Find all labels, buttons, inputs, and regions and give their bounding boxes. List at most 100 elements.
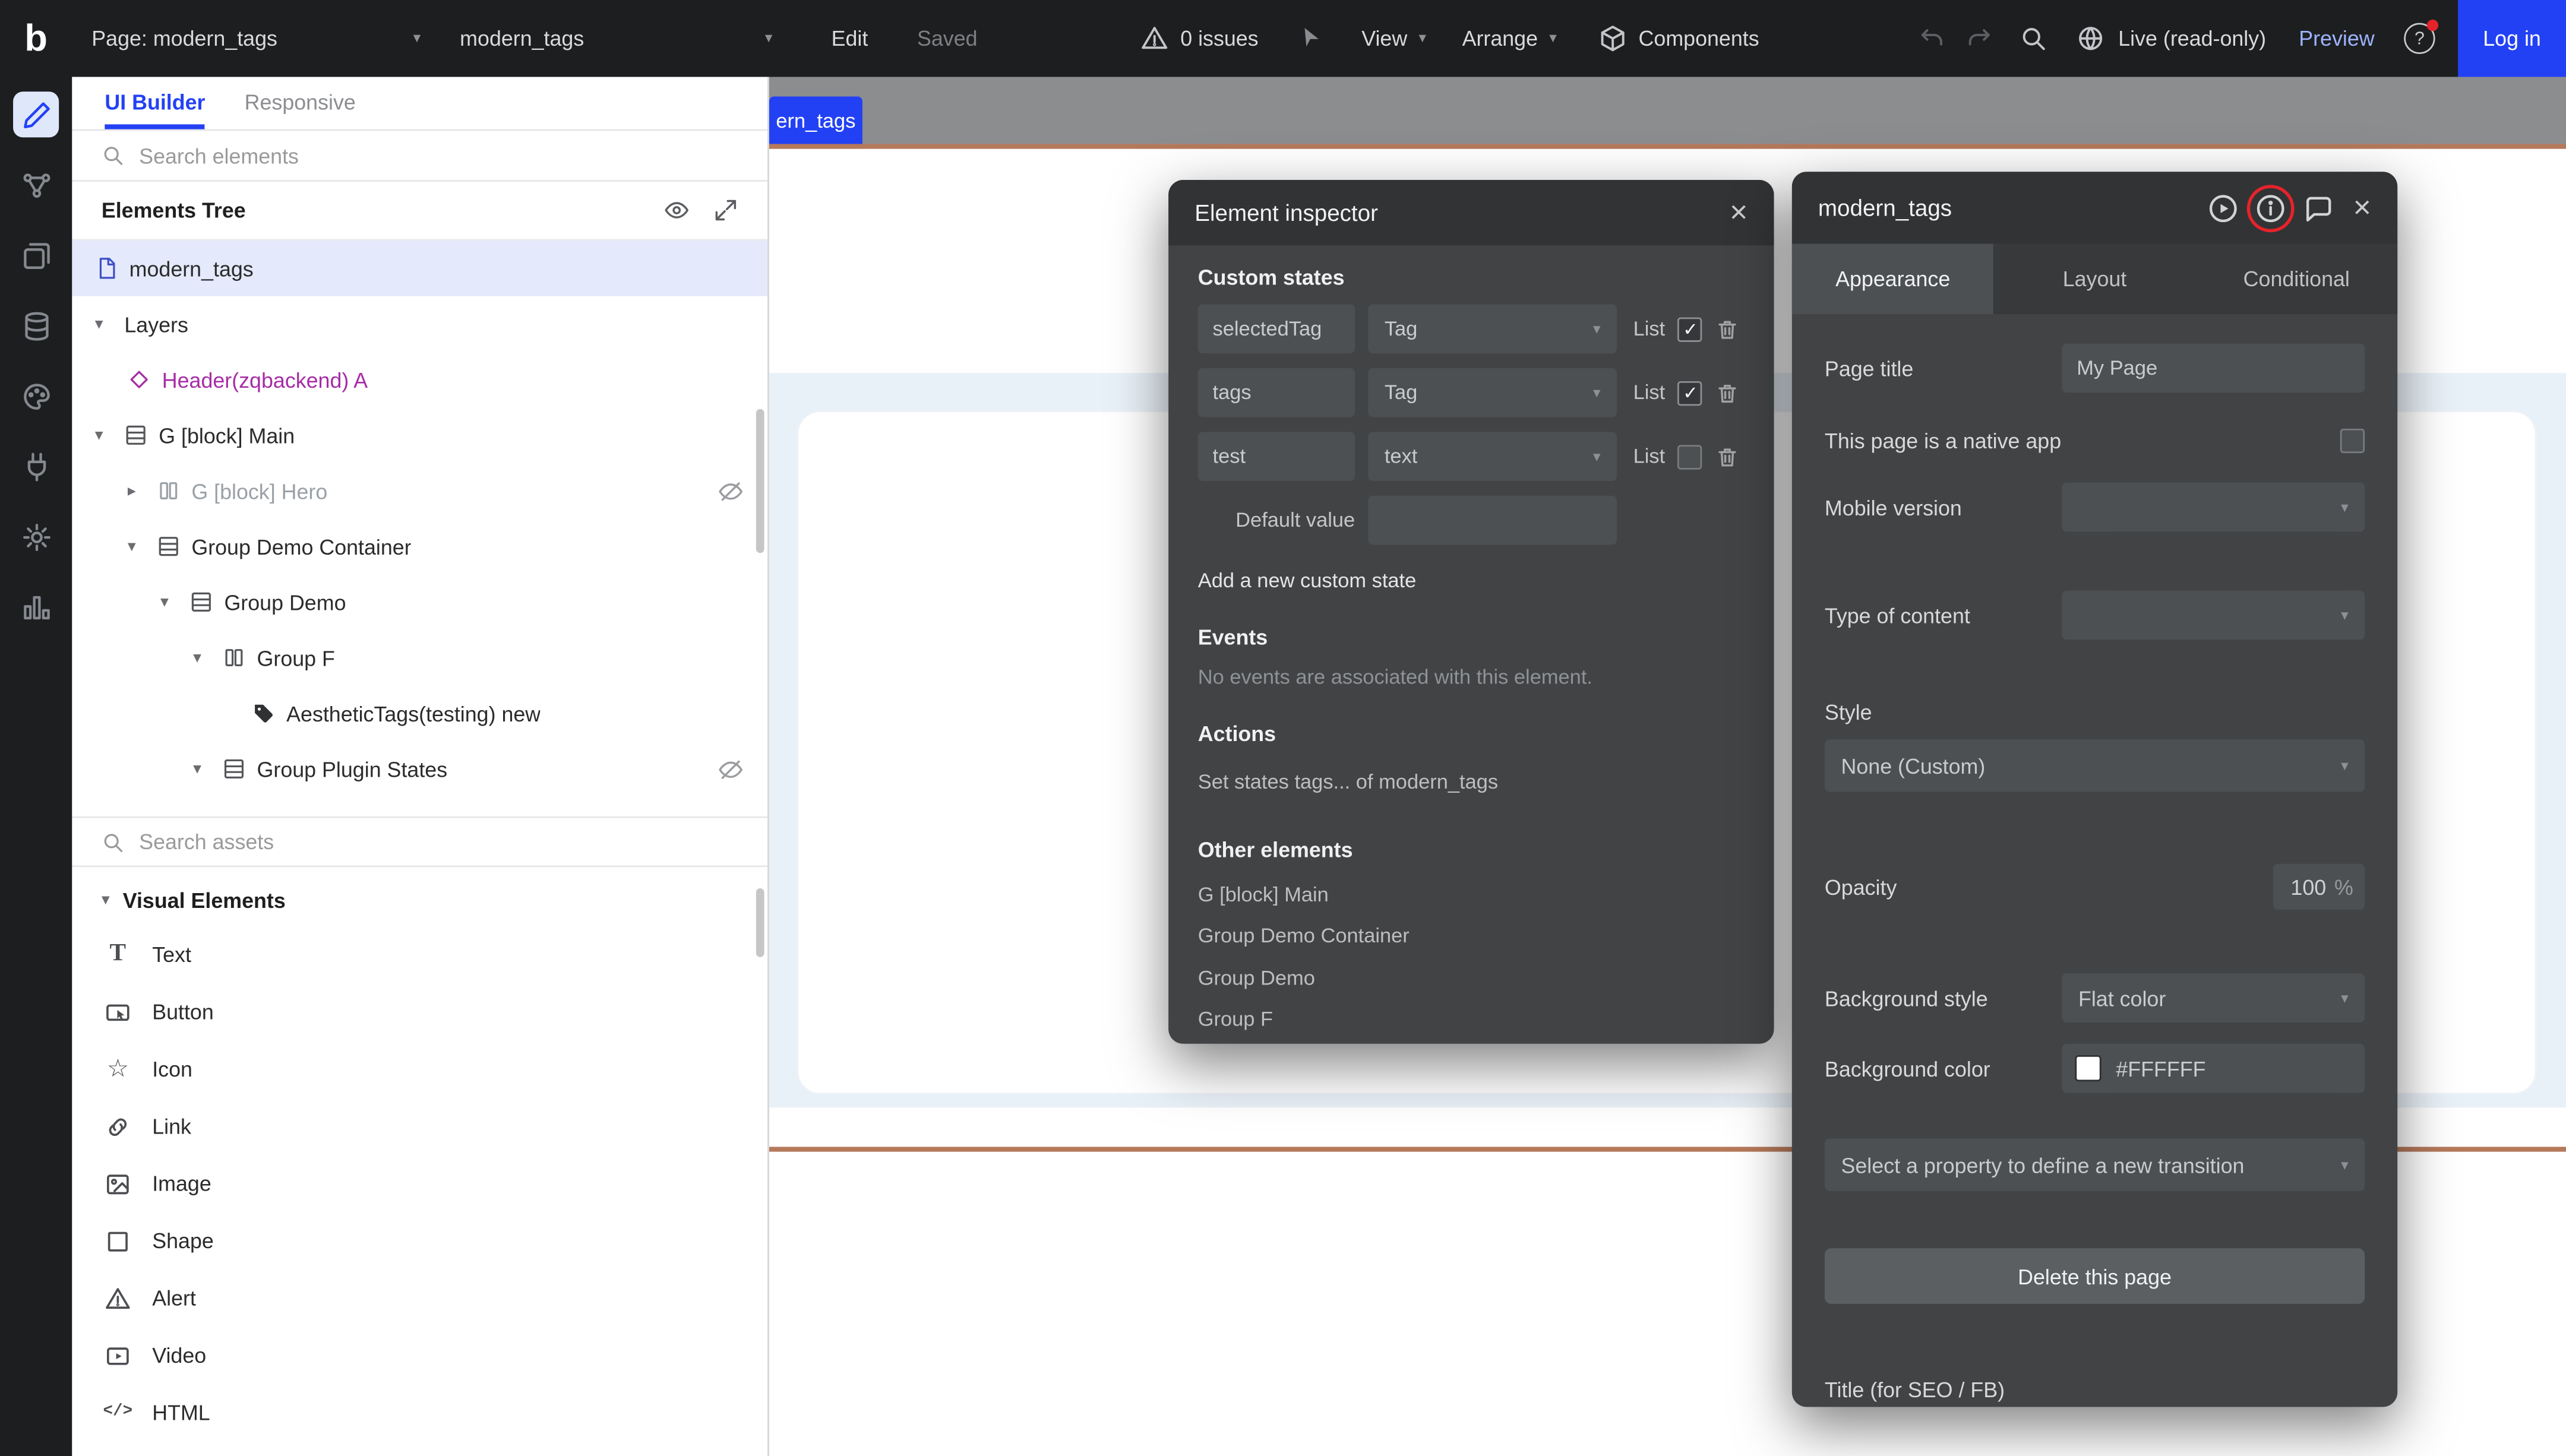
- pointer-tool-icon[interactable]: [1298, 24, 1326, 52]
- element-selector[interactable]: modern_tags ▾: [440, 0, 792, 77]
- tree-item-page[interactable]: modern_tags: [72, 240, 767, 296]
- background-style-dropdown[interactable]: Flat color ▾: [2062, 973, 2365, 1023]
- settings-tab-icon[interactable]: [13, 514, 59, 559]
- arrange-menu[interactable]: Arrange ▾: [1449, 0, 1570, 77]
- design-tab-icon[interactable]: [13, 91, 59, 137]
- preview-link[interactable]: Preview: [2299, 26, 2374, 50]
- palette-item-image[interactable]: Image: [72, 1155, 767, 1212]
- list-checkbox[interactable]: ✓: [1678, 316, 1702, 341]
- close-icon[interactable]: ×: [1730, 197, 1748, 228]
- preview-element-button[interactable]: [2207, 192, 2238, 223]
- background-color-picker[interactable]: #FFFFFF: [2062, 1044, 2365, 1093]
- action-item[interactable]: Set states tags... of modern_tags: [1198, 762, 1745, 804]
- close-icon[interactable]: ×: [2353, 192, 2372, 223]
- live-mode-button[interactable]: Live (read-only): [2077, 24, 2266, 52]
- page-title-input[interactable]: [2062, 344, 2365, 393]
- caret-down-icon[interactable]: ▾: [193, 760, 223, 778]
- redo-icon[interactable]: [1966, 24, 1994, 52]
- components-button[interactable]: Components: [1599, 24, 1759, 52]
- add-custom-state-link[interactable]: Add a new custom state: [1198, 569, 1745, 593]
- opacity-input[interactable]: 100 %: [2273, 864, 2365, 910]
- search-elements-input[interactable]: [139, 143, 738, 167]
- search-icon[interactable]: [2020, 24, 2048, 52]
- property-editor-header[interactable]: modern_tags ×: [1792, 172, 2397, 243]
- styles-tab-icon[interactable]: [13, 373, 59, 419]
- data-tab-icon[interactable]: [13, 303, 59, 349]
- tab-appearance[interactable]: Appearance: [1792, 244, 1994, 314]
- login-button[interactable]: Log in: [2458, 0, 2566, 77]
- trash-icon[interactable]: [1716, 381, 1740, 405]
- default-value-input[interactable]: [1368, 496, 1617, 545]
- plugins-tab-icon[interactable]: [13, 444, 59, 489]
- palette-item-shape[interactable]: Shape: [72, 1213, 767, 1270]
- caret-down-icon[interactable]: ▾: [160, 593, 190, 611]
- page-selector[interactable]: Page: modern_tags ▾: [72, 0, 440, 77]
- trash-icon[interactable]: [1716, 316, 1740, 341]
- caret-down-icon[interactable]: ▾: [193, 648, 223, 666]
- mobile-version-dropdown[interactable]: ▾: [2062, 483, 2365, 532]
- issues-button[interactable]: 0 issues: [1141, 24, 1259, 52]
- other-element-item[interactable]: G [block] Main: [1198, 875, 1745, 916]
- tree-item-group-plugin-states[interactable]: ▾ Group Plugin States: [72, 741, 767, 797]
- scrollbar-thumb[interactable]: [756, 409, 764, 553]
- caret-down-icon[interactable]: ▾: [95, 315, 125, 333]
- palette-item-text[interactable]: T Text: [72, 926, 767, 983]
- tab-layout[interactable]: Layout: [1994, 244, 2196, 314]
- edit-menu[interactable]: Edit: [832, 26, 868, 50]
- delete-page-button[interactable]: Delete this page: [1825, 1248, 2365, 1304]
- palette-item-icon[interactable]: ☆ Icon: [72, 1040, 767, 1097]
- type-of-content-dropdown[interactable]: ▾: [2062, 591, 2365, 640]
- tab-responsive[interactable]: Responsive: [245, 77, 356, 129]
- caret-down-icon[interactable]: ▾: [95, 426, 125, 444]
- search-assets-input[interactable]: [139, 830, 738, 854]
- palette-item-link[interactable]: Link: [72, 1098, 767, 1155]
- palette-item-alert[interactable]: Alert: [72, 1270, 767, 1327]
- state-name-input[interactable]: [1198, 432, 1355, 481]
- bubble-logo[interactable]: b: [0, 17, 72, 61]
- tree-item-aesthetictags[interactable]: AestheticTags(testing) new: [72, 685, 767, 741]
- style-dropdown[interactable]: None (Custom) ▾: [1825, 739, 2365, 792]
- element-inspector-header[interactable]: Element inspector ×: [1168, 180, 1774, 245]
- tab-conditional[interactable]: Conditional: [2195, 244, 2397, 314]
- state-type-dropdown[interactable]: Tag ▾: [1368, 304, 1617, 353]
- eye-icon[interactable]: [665, 198, 689, 222]
- other-element-item[interactable]: Group Demo: [1198, 958, 1745, 999]
- undo-icon[interactable]: [1919, 24, 1946, 52]
- expand-icon[interactable]: [713, 198, 738, 222]
- list-checkbox[interactable]: [1678, 444, 1702, 469]
- caret-down-icon[interactable]: ▾: [128, 537, 157, 555]
- caret-right-icon[interactable]: ▸: [128, 482, 157, 499]
- trash-icon[interactable]: [1716, 444, 1740, 469]
- native-app-checkbox[interactable]: [2340, 429, 2365, 453]
- tree-item-group-f[interactable]: ▾ Group F: [72, 630, 767, 686]
- logs-tab-icon[interactable]: [13, 584, 59, 630]
- other-element-item[interactable]: Group Demo Container: [1198, 916, 1745, 958]
- tab-ui-builder[interactable]: UI Builder: [105, 77, 205, 129]
- view-menu[interactable]: View ▾: [1348, 0, 1439, 77]
- comments-button[interactable]: [2302, 192, 2333, 223]
- palette-item-button[interactable]: Button: [72, 983, 767, 1040]
- other-element-item[interactable]: AestheticTags(testing) new: [1198, 1042, 1745, 1044]
- workflow-tab-icon[interactable]: [13, 162, 59, 208]
- pages-tab-icon[interactable]: [13, 232, 59, 278]
- tree-item-layers[interactable]: ▾ Layers: [72, 296, 767, 352]
- tree-item-block-main[interactable]: ▾ G [block] Main: [72, 407, 767, 463]
- element-info-button[interactable]: [2255, 192, 2286, 223]
- transition-dropdown[interactable]: Select a property to define a new transi…: [1825, 1139, 2365, 1191]
- state-name-input[interactable]: [1198, 368, 1355, 417]
- page-name-tab[interactable]: ern_tags: [769, 97, 862, 144]
- state-type-dropdown[interactable]: text ▾: [1368, 432, 1617, 481]
- scrollbar-thumb[interactable]: [756, 888, 764, 957]
- state-name-input[interactable]: [1198, 304, 1355, 353]
- visual-elements-header[interactable]: ▾ Visual Elements: [72, 873, 767, 926]
- tree-item-header-reusable[interactable]: Header(zqbackend) A: [72, 352, 767, 407]
- other-element-item[interactable]: Group F: [1198, 999, 1745, 1041]
- tree-item-group-demo[interactable]: ▾ Group Demo: [72, 574, 767, 630]
- palette-item-video[interactable]: Video: [72, 1327, 767, 1384]
- help-button[interactable]: ?: [2404, 23, 2435, 54]
- tree-item-block-hero[interactable]: ▸ G [block] Hero: [72, 463, 767, 519]
- palette-item-html[interactable]: </> HTML: [72, 1384, 767, 1441]
- tree-item-group-demo-container[interactable]: ▾ Group Demo Container: [72, 518, 767, 574]
- list-checkbox[interactable]: ✓: [1678, 381, 1702, 405]
- state-type-dropdown[interactable]: Tag ▾: [1368, 368, 1617, 417]
